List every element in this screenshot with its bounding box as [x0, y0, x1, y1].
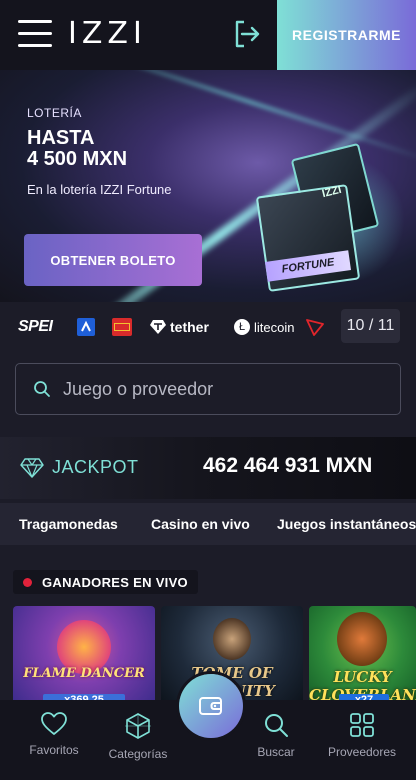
tron-logo [306, 317, 324, 337]
live-indicator-dot [23, 577, 32, 587]
nav-favoritos[interactable]: Favoritos [14, 712, 94, 757]
live-winners-header: GANADORES EN VIVO [13, 570, 198, 594]
game-card-lucky-cloverland[interactable]: LUCKY CLOVERLAND x27 [309, 606, 416, 706]
heart-icon [41, 712, 67, 735]
jackpot-bar[interactable]: JACKPOT 462 464 931 MXN [0, 437, 416, 499]
tether-logo: tether [150, 317, 209, 337]
search-input[interactable] [63, 378, 363, 400]
spei-logo: SPEI [18, 317, 53, 337]
game-artwork [213, 618, 251, 660]
game-search-box[interactable] [15, 363, 401, 415]
banner-title: HASTA 4 500 MXN [27, 128, 127, 170]
wallet-icon [199, 697, 222, 715]
top-header: IZZI REGISTRARME [0, 0, 416, 70]
grid-icon [350, 713, 374, 737]
nav-buscar[interactable]: Buscar [236, 712, 316, 759]
banner-subtitle: En la lotería IZZI Fortune [27, 182, 172, 197]
live-winners-label: GANADORES EN VIVO [42, 574, 188, 590]
litecoin-logo: Ł litecoin [234, 317, 294, 337]
login-icon[interactable] [230, 18, 266, 52]
oxxo-logo [112, 317, 132, 337]
diamond-icon [20, 458, 44, 478]
nav-proveedores[interactable]: Proveedores [322, 712, 402, 759]
litecoin-icon: Ł [234, 319, 250, 335]
banner-title-line1: HASTA [27, 127, 95, 149]
get-ticket-button[interactable]: OBTENER BOLETO [24, 234, 202, 286]
cube-icon [125, 713, 151, 739]
astropay-logo [77, 317, 95, 337]
nav-categorias[interactable]: Categorías [98, 712, 178, 761]
promo-banner[interactable]: IZZI FORTUNE LOTERÍA HASTA 4 500 MXN En … [0, 70, 416, 302]
category-tabs: Tragamonedas Casino en vivo Juegos insta… [0, 503, 416, 545]
litecoin-text: litecoin [254, 319, 295, 335]
hamburger-menu-icon[interactable] [18, 20, 52, 50]
nav-label: Proveedores [327, 745, 397, 759]
banner-category: LOTERÍA [27, 106, 82, 120]
banner-title-line2: 4 500 MXN [27, 148, 128, 170]
game-title: FLAME DANCER [23, 666, 145, 681]
spei-text: SPEI [18, 318, 53, 335]
game-artwork [337, 612, 387, 666]
jackpot-label: JACKPOT [52, 457, 139, 477]
wallet-button[interactable] [179, 674, 243, 738]
search-icon [265, 714, 288, 737]
game-card-flame-dancer[interactable]: FLAME DANCER x369.25 [13, 606, 155, 706]
tab-casino-en-vivo[interactable]: Casino en vivo [151, 516, 250, 532]
tab-juegos-instantaneos[interactable]: Juegos instantáneos [277, 516, 416, 532]
tab-tragamonedas[interactable]: Tragamonedas [19, 516, 118, 532]
nav-label: Favoritos [29, 743, 79, 757]
search-icon [34, 381, 50, 397]
register-button[interactable]: REGISTRARME [277, 0, 416, 70]
nav-label: Categorías [108, 747, 168, 761]
jackpot-amount: 462 464 931 MXN [203, 454, 373, 477]
tether-text: tether [170, 319, 209, 335]
payment-methods-counter[interactable]: 10 / 11 [341, 309, 400, 343]
nav-label: Buscar [257, 745, 295, 759]
brand-logo[interactable]: IZZI [68, 16, 147, 51]
